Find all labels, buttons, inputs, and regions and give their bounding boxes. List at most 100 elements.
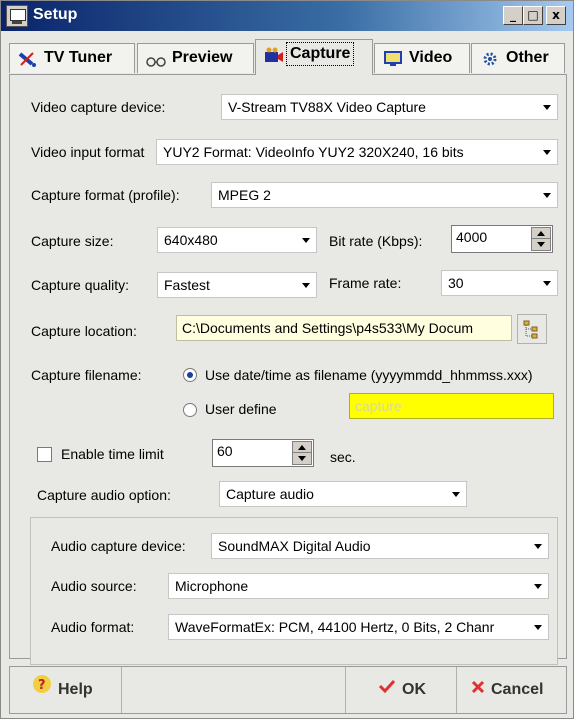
chevron-down-icon[interactable] [536,141,556,163]
svg-text:?: ? [38,678,46,693]
tab-label: TV Tuner [44,49,113,66]
filename-user-option[interactable]: User define [205,401,277,417]
video-device-select[interactable]: V-Stream TV88X Video Capture [221,94,558,120]
chevron-down-icon[interactable] [295,229,315,251]
video-device-label: Video capture device: [31,99,166,115]
video-device-value: V-Stream TV88X Video Capture [228,99,426,115]
chevron-down-icon[interactable] [527,535,547,557]
chevron-down-icon[interactable] [536,96,556,118]
quality-label: Capture quality: [31,277,130,293]
maximize-button[interactable]: □ [523,6,543,25]
chevron-down-icon[interactable] [527,616,547,638]
gear-icon [480,50,500,66]
profile-label: Capture format (profile): [31,187,180,203]
filename-date-radio[interactable] [183,368,197,382]
arrow-down-icon[interactable] [298,456,306,461]
time-limit-label[interactable]: Enable time limit [61,446,164,462]
audio-source-select[interactable]: Microphone [168,573,549,599]
filename-date-option[interactable]: Use date/time as filename (yyyymmdd_hhmm… [205,367,533,383]
arrow-up-icon[interactable] [298,445,306,450]
cancel-button[interactable]: Cancel [457,667,567,713]
chevron-down-icon[interactable] [536,184,556,206]
glasses-icon [146,50,166,67]
input-format-value: YUY2 Format: VideoInfo YUY2 320X240, 16 … [163,144,464,160]
ok-button[interactable]: OK [345,667,457,713]
chevron-down-icon[interactable] [295,274,315,296]
profile-select[interactable]: MPEG 2 [211,182,558,208]
close-button[interactable]: x [546,6,566,25]
cancel-label: Cancel [491,681,544,699]
filename-user-radio[interactable] [183,403,197,417]
quality-value: Fastest [164,277,210,293]
tab-video[interactable]: Video [374,43,470,73]
chevron-down-icon[interactable] [536,272,556,294]
setup-window: Setup _ □ x TV Tuner Preview Capture Vid… [0,0,574,719]
location-value: C:\Documents and Settings\p4s533\My Docu… [182,320,474,336]
bitrate-label: Bit rate (Kbps): [329,233,423,249]
folder-tree-icon [523,320,538,339]
ok-label: OK [402,681,426,699]
framerate-label: Frame rate: [329,275,402,291]
bitrate-stepper[interactable]: 4000 [451,225,553,253]
user-filename-value: capture [355,398,402,414]
audio-option-select[interactable]: Capture audio [219,481,467,507]
tab-label: Preview [172,49,233,66]
user-filename-field[interactable]: capture [349,393,554,419]
app-icon [6,5,28,27]
title-bar[interactable]: Setup _ □ x [1,1,573,31]
tab-capture[interactable]: Capture [255,39,373,75]
profile-value: MPEG 2 [218,187,271,203]
window-title: Setup [33,6,78,23]
location-label: Capture location: [31,323,137,339]
tab-tv-tuner[interactable]: TV Tuner [9,43,135,73]
time-limit-unit: sec. [330,449,356,465]
audio-source-value: Microphone [175,578,249,594]
input-format-label: Video input format [31,144,145,160]
tab-label: Video [409,49,453,66]
framerate-select[interactable]: 30 [441,270,558,296]
location-field[interactable]: C:\Documents and Settings\p4s533\My Docu… [176,315,512,341]
minimize-button[interactable]: _ [503,6,523,25]
size-label: Capture size: [31,233,114,249]
chevron-down-icon[interactable] [445,483,465,505]
audio-option-label: Capture audio option: [37,487,171,503]
audio-device-select[interactable]: SoundMAX Digital Audio [211,533,549,559]
spin-buttons[interactable] [292,441,312,465]
framerate-value: 30 [448,275,464,291]
audio-format-label: Audio format: [51,619,135,635]
arrow-up-icon[interactable] [537,231,545,236]
quality-select[interactable]: Fastest [157,272,317,298]
audio-format-select[interactable]: WaveFormatEx: PCM, 44100 Hertz, 0 Bits, … [168,614,549,640]
tab-label: Other [506,49,549,66]
check-icon [378,667,396,713]
satellite-icon [18,50,38,67]
audio-device-value: SoundMAX Digital Audio [218,538,371,554]
filename-label: Capture filename: [31,367,142,383]
audio-format-value: WaveFormatEx: PCM, 44100 Hertz, 0 Bits, … [175,619,495,635]
help-label: Help [58,681,93,699]
camera-icon [264,47,284,63]
browse-folder-button[interactable] [517,314,547,344]
audio-device-label: Audio capture device: [51,538,186,554]
time-limit-checkbox[interactable] [37,447,52,462]
monitor-icon [383,50,403,66]
time-limit-value: 60 [217,443,233,459]
help-icon: ? [32,667,52,713]
button-bar: ? Help OK Cancel [9,666,567,714]
input-format-select[interactable]: YUY2 Format: VideoInfo YUY2 320X240, 16 … [156,139,558,165]
tab-other[interactable]: Other [471,43,565,73]
spin-buttons[interactable] [531,227,551,251]
audio-source-label: Audio source: [51,578,137,594]
time-limit-stepper[interactable]: 60 [212,439,314,467]
chevron-down-icon[interactable] [527,575,547,597]
size-select[interactable]: 640x480 [157,227,317,253]
audio-option-value: Capture audio [226,486,314,502]
help-button[interactable]: ? Help [10,667,122,713]
bitrate-value: 4000 [456,229,488,245]
tab-label: Capture [286,42,355,66]
arrow-down-icon[interactable] [537,242,545,247]
close-icon [471,667,485,713]
tab-preview[interactable]: Preview [137,43,254,73]
tab-strip: TV Tuner Preview Capture Video Other [9,37,567,75]
size-value: 640x480 [164,232,218,248]
